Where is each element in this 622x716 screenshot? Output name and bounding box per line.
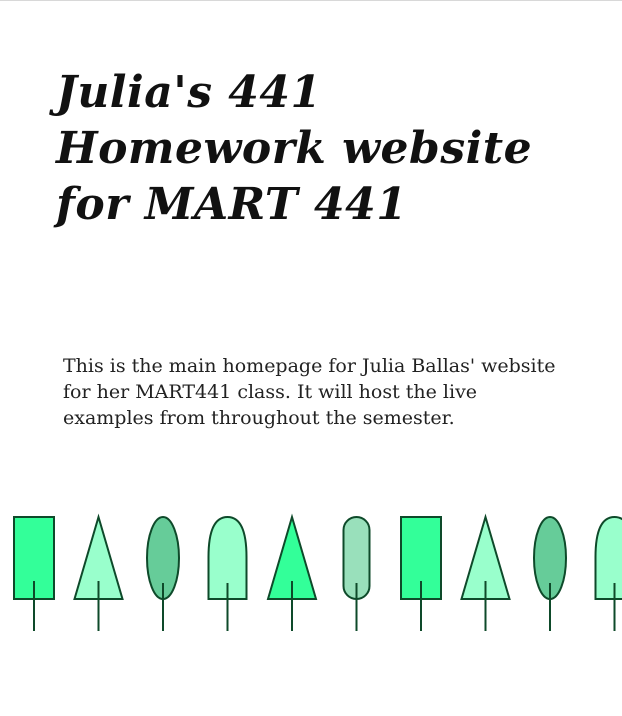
tree-arch [207, 515, 248, 631]
tree-rectangle [13, 516, 55, 631]
page-title: Julia's 441 Homework website for MART 44… [56, 67, 533, 230]
tree-decoration-row [0, 507, 622, 637]
tree-triangle [460, 513, 511, 631]
tree-ellipse [146, 516, 180, 631]
tree-arch [594, 515, 622, 631]
tree-crown [594, 515, 622, 600]
tree-triangle [73, 513, 124, 631]
intro-paragraph: This is the main homepage for Julia Ball… [63, 355, 556, 429]
tree-ellipse [533, 516, 567, 631]
tree-capsule [342, 516, 371, 631]
page: Julia's 441 Homework website for MART 44… [0, 0, 622, 716]
tree-illustration [13, 513, 622, 631]
tree-triangle [266, 513, 318, 631]
tree-rectangle [400, 516, 442, 631]
